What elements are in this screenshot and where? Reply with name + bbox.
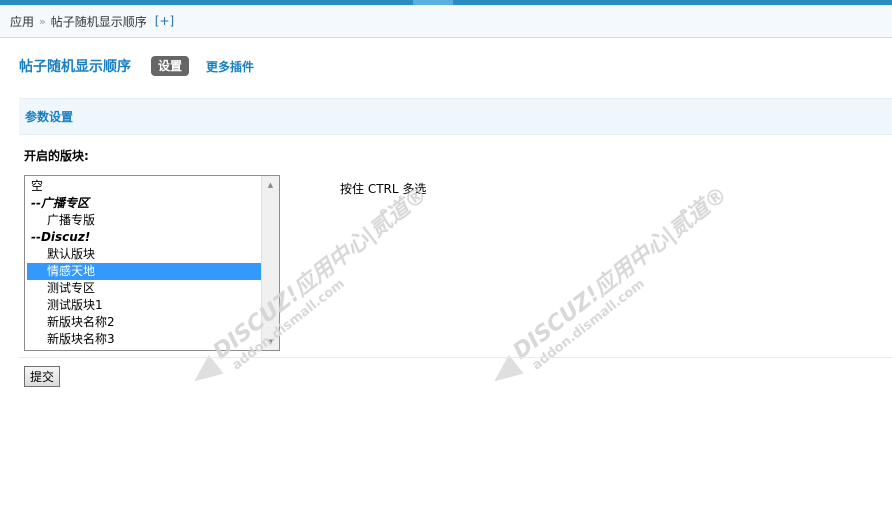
forum-option[interactable]: 广播专版 (27, 212, 263, 229)
forum-option[interactable]: 测试版块1 (27, 297, 263, 314)
forum-option[interactable]: 空 (27, 178, 263, 195)
breadcrumb: 应用 » 帖子随机显示顺序 [+] (0, 5, 892, 38)
form-divider (19, 357, 892, 358)
breadcrumb-root-link[interactable]: 应用 (10, 13, 34, 30)
forums-field-label: 开启的版块: (24, 149, 89, 163)
forums-multiselect[interactable]: 空 --广播专区 广播专版 --Discuz! 默认版块 情感天地 测试专区 测试版块1 新版块… (24, 175, 280, 351)
breadcrumb-current: 帖子随机显示顺序 (50, 14, 147, 29)
plugin-header: 帖子随机显示顺序 设置 更多插件 (19, 55, 254, 77)
submit-button[interactable]: 提交 (24, 366, 61, 387)
add-shortcut-link[interactable]: [+] (155, 14, 174, 28)
forum-option[interactable]: 新版块名称3 (27, 331, 263, 348)
watermark-logo-icon (486, 354, 524, 391)
tab-settings[interactable]: 设置 (151, 56, 190, 76)
forums-option-list: 空 --广播专区 广播专版 --Discuz! 默认版块 情感天地 测试专区 测试版块1 新版块… (27, 178, 263, 348)
section-header: 参数设置 (19, 98, 892, 135)
scroll-down-icon[interactable]: ▼ (262, 333, 279, 350)
forum-option[interactable]: 默认版块 (27, 246, 263, 263)
breadcrumb-separator: » (39, 14, 46, 28)
watermark-logo-icon (186, 354, 224, 391)
section-title: 参数设置 (25, 110, 74, 124)
watermark-line2: addon.dismall.com (529, 276, 648, 374)
multiselect-hint: 按住 CTRL 多选 (340, 182, 427, 196)
more-plugins-link[interactable]: 更多插件 (206, 58, 254, 75)
scroll-up-icon[interactable]: ▲ (262, 176, 279, 193)
forum-option[interactable]: 新版块名称2 (27, 314, 263, 331)
forum-group-option[interactable]: --广播专区 (27, 195, 263, 212)
forum-option[interactable]: 测试专区 (27, 280, 263, 297)
forum-option[interactable]: 情感天地 (27, 263, 263, 280)
plugin-title: 帖子随机显示顺序 (19, 59, 131, 75)
listbox-scrollbar[interactable]: ▲ ▼ (261, 176, 279, 350)
watermark-line1: DISCUZ!应用中心|贰道® (508, 181, 733, 365)
forum-group-option[interactable]: --Discuz! (27, 229, 263, 246)
watermark-right: DISCUZ!应用中心|贰道® addon.dismall.com (486, 177, 742, 391)
